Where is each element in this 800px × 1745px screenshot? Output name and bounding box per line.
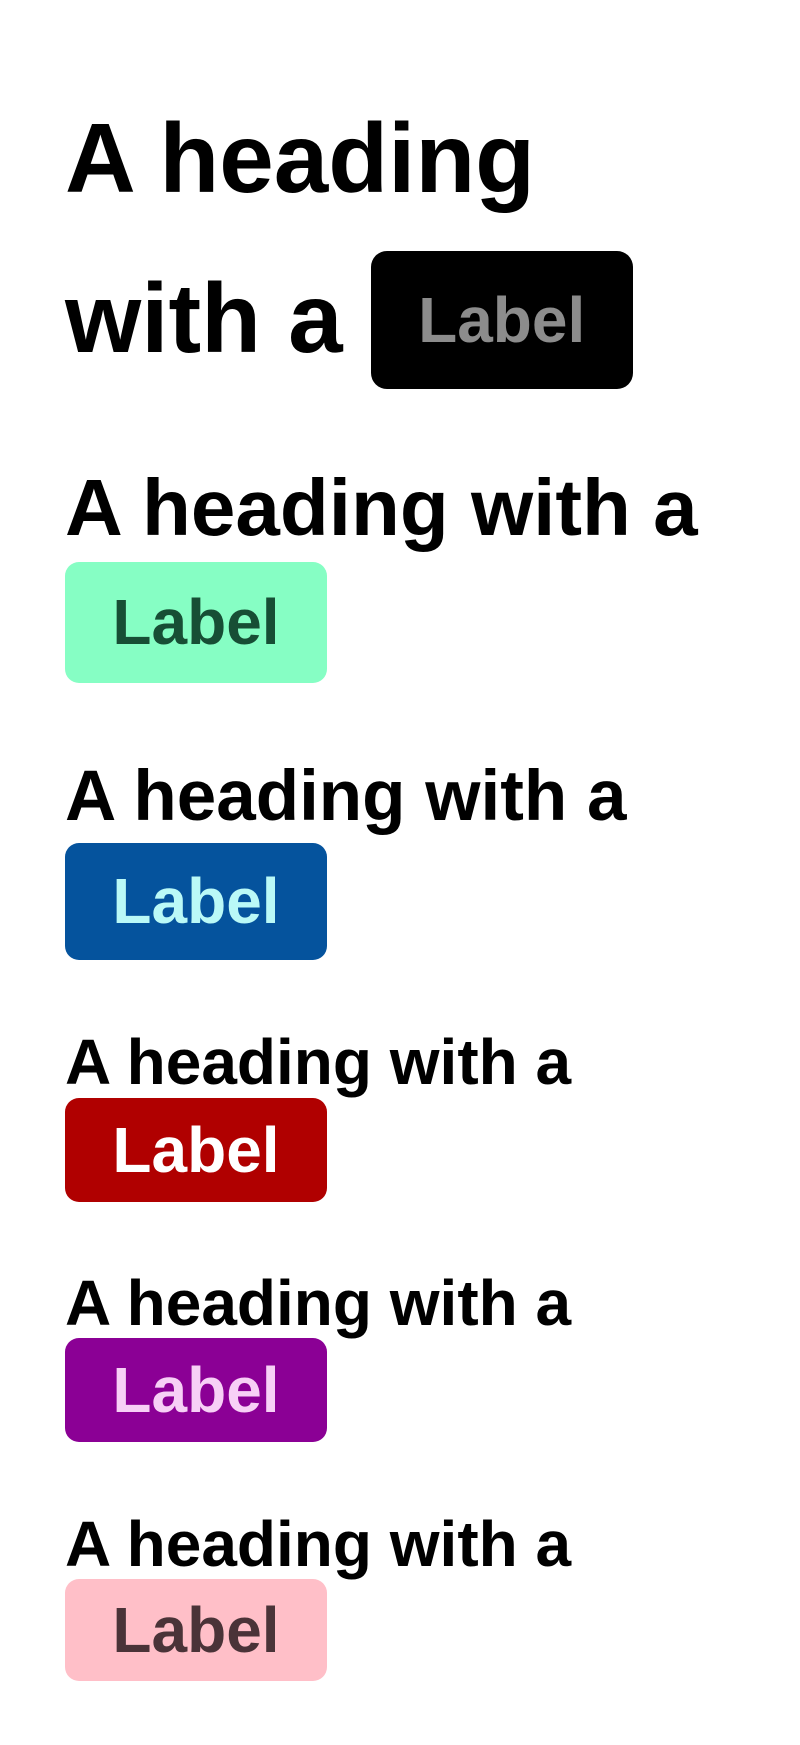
- heading-1-line-1: A heading: [65, 103, 536, 213]
- label-badge-mint: Label: [65, 562, 327, 683]
- label-badge-black: Label: [370, 251, 633, 390]
- page: A heading with a Label A heading with a L…: [0, 0, 800, 1745]
- heading-1-line-2-text: with a: [65, 263, 343, 373]
- heading-4: A heading with a: [65, 1026, 572, 1098]
- label-badge-red: Label: [65, 1098, 327, 1202]
- heading-1-line-2: with a Label: [65, 238, 665, 398]
- heading-6: A heading with a: [65, 1508, 572, 1580]
- label-badge-purple: Label: [65, 1338, 327, 1442]
- heading-2: A heading with a: [65, 463, 698, 552]
- label-badge-pink: Label: [65, 1579, 327, 1681]
- heading-5: A heading with a: [65, 1267, 572, 1339]
- label-badge-blue: Label: [65, 843, 327, 960]
- heading-1: A heading with a Label: [65, 78, 665, 398]
- heading-3: A heading with a: [65, 757, 627, 836]
